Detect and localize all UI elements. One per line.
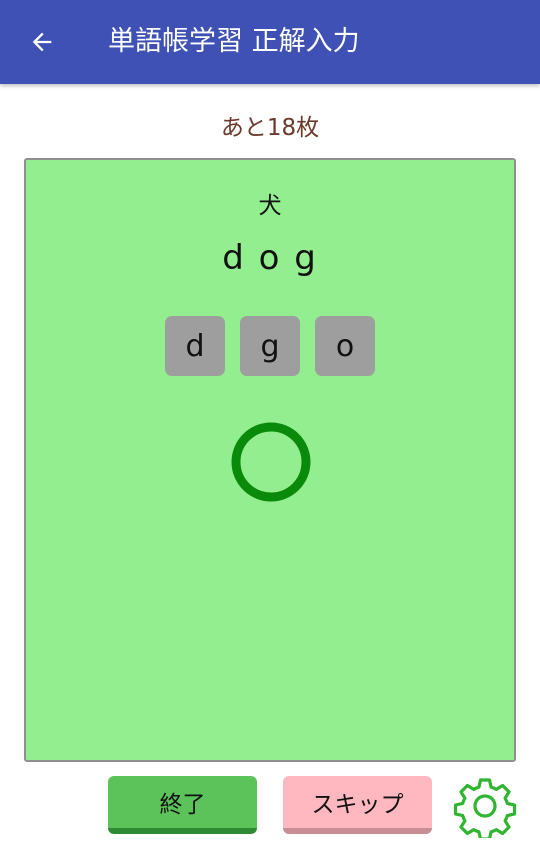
gear-icon: [453, 778, 517, 841]
flashcard: 犬 d o g d g o: [24, 158, 516, 762]
letter-tile[interactable]: d: [165, 316, 225, 376]
settings-button[interactable]: [453, 774, 517, 841]
letter-tiles: d g o: [26, 316, 514, 376]
remaining-count: あと18枚: [220, 115, 320, 141]
answer-text: d o g: [222, 238, 318, 278]
letter-tile[interactable]: o: [315, 316, 375, 376]
word-meaning: 犬: [258, 193, 282, 219]
back-button[interactable]: [22, 22, 62, 62]
skip-button[interactable]: スキップ: [283, 776, 432, 834]
end-button[interactable]: 終了: [108, 776, 257, 834]
app-bar: 単語帳学習 正解入力: [0, 0, 540, 84]
page-title: 単語帳学習 正解入力: [108, 26, 360, 57]
arrow-left-icon: [32, 32, 52, 52]
letter-tile[interactable]: g: [240, 316, 300, 376]
correct-circle-icon: [231, 422, 311, 502]
